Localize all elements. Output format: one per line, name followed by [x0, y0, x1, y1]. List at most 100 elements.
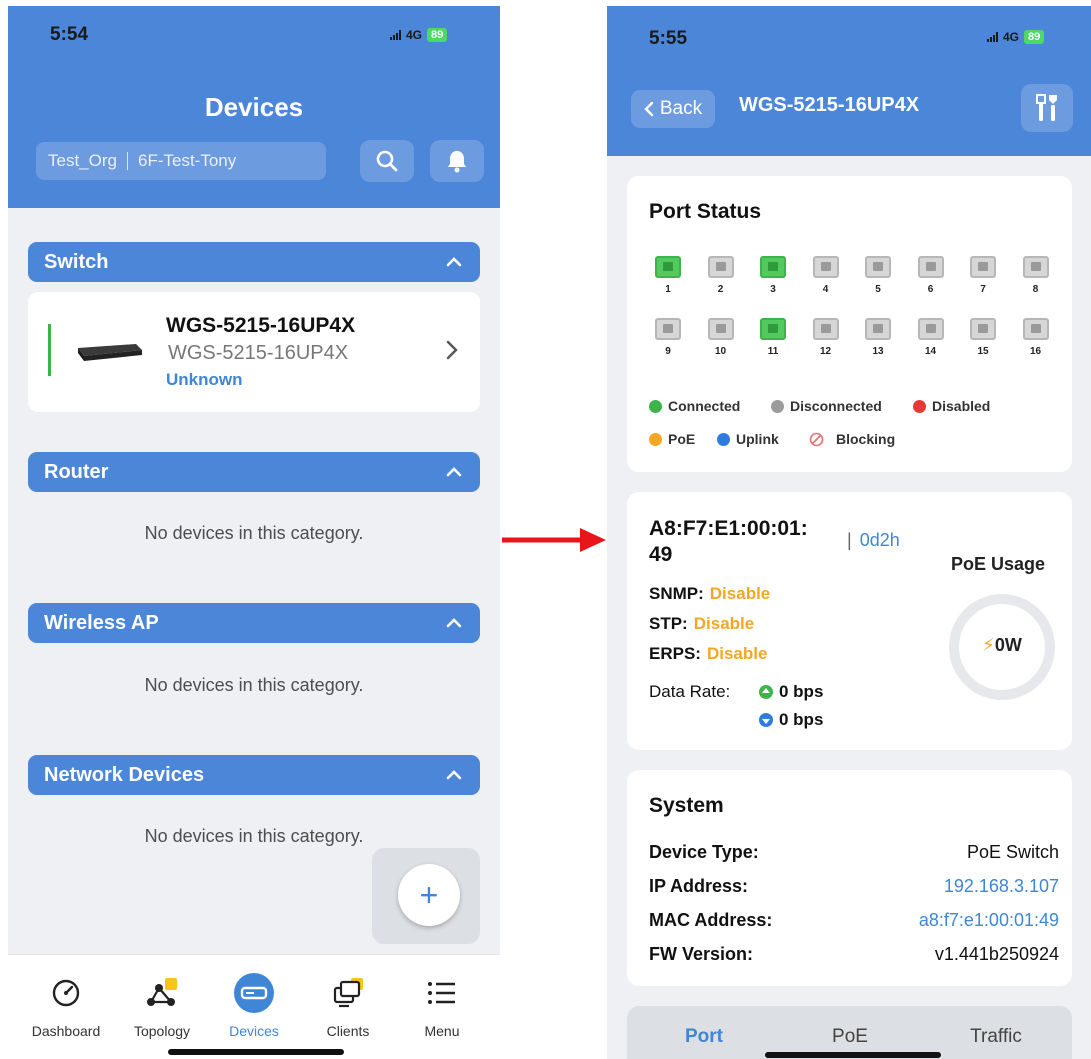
tab-label: Dashboard — [31, 1023, 101, 1039]
bolt-icon: ⚡ — [982, 635, 995, 655]
fab-container: + — [372, 848, 480, 944]
tools-icon — [1036, 94, 1057, 121]
category-label: Switch — [44, 250, 109, 273]
back-button[interactable]: Back — [631, 90, 715, 128]
category-label: Network Devices — [44, 763, 205, 786]
chevron-up-icon — [446, 467, 462, 477]
device-list-item[interactable]: WGS-5215-16UP4X WGS-5215-16UP4X Unknown — [28, 292, 480, 412]
port-number: 6 — [927, 284, 934, 295]
tab-poe[interactable]: PoE — [785, 1026, 915, 1048]
ethernet-port-icon — [760, 256, 786, 278]
battery-icon: 89 — [1024, 30, 1045, 44]
legend-disabled: Disabled — [913, 398, 990, 414]
ethernet-port-icon — [655, 256, 681, 278]
port-13[interactable]: 13 — [863, 318, 893, 357]
tab-topology[interactable]: Topology — [114, 971, 210, 1039]
tab-port[interactable]: Port — [639, 1026, 769, 1048]
port-11[interactable]: 11 — [758, 318, 788, 357]
search-button[interactable] — [360, 140, 414, 182]
uplink-dot — [717, 432, 730, 446]
rate-down-value: 0 bps — [779, 710, 824, 729]
ethernet-port-icon — [812, 318, 839, 340]
ethernet-port-icon — [707, 256, 734, 278]
tab-dashboard[interactable]: Dashboard — [18, 971, 114, 1039]
port-8[interactable]: 8 — [1021, 256, 1051, 295]
erps-row: ERPS: Disable — [649, 644, 767, 664]
ethernet-port-icon — [760, 318, 786, 340]
page-title: Devices — [204, 92, 304, 122]
ethernet-port-icon — [970, 318, 996, 340]
chevron-right-icon — [446, 340, 458, 360]
tab-devices[interactable]: Devices — [206, 971, 302, 1039]
mac-address-link[interactable]: a8:f7:e1:00:01:49 — [919, 910, 1059, 931]
tab-menu[interactable]: Menu — [394, 971, 490, 1039]
port-9[interactable]: 9 — [653, 318, 683, 357]
blocking-icon — [809, 432, 824, 446]
legend-connected: Connected — [649, 398, 740, 414]
rate-up-row: 0 bps — [759, 682, 823, 702]
notifications-button[interactable] — [430, 140, 484, 182]
port-number: 13 — [872, 346, 884, 357]
devices-screen: 5:54 4G 89 Devices Test_Org 6F-Test-Tony… — [8, 6, 500, 1056]
row-key: IP Address: — [649, 876, 749, 896]
connected-dot — [649, 399, 662, 413]
tools-button[interactable] — [1021, 84, 1073, 132]
category-header-router[interactable]: Router — [28, 452, 480, 492]
port-15[interactable]: 15 — [968, 318, 998, 357]
org-name: Test_Org — [48, 151, 117, 170]
port-number: 7 — [980, 284, 986, 295]
ip-address-link[interactable]: 192.168.3.107 — [944, 876, 1059, 897]
port-7[interactable]: 7 — [968, 256, 998, 295]
back-label: Back — [659, 98, 703, 119]
tab-label: Menu — [424, 1023, 460, 1039]
snmp-label: SNMP: — [649, 584, 704, 603]
system-card: System Device Type: PoE Switch IP Address… — [627, 770, 1072, 986]
category-header-wireless-ap[interactable]: Wireless AP — [28, 603, 480, 643]
stp-row: STP: Disable — [649, 614, 754, 634]
port-6[interactable]: 6 — [916, 256, 946, 295]
port-2[interactable]: 2 — [706, 256, 736, 295]
port-number: 14 — [924, 346, 937, 357]
status-time: 5:55 — [649, 28, 688, 49]
device-info-card: A8:F7:E1:00:01: 49 | 0d2h SNMP: Disable ST… — [627, 492, 1072, 750]
device-detail-screen: 5:55 4G 89 Back WGS-5215-16UP4X Port Sta… — [607, 6, 1091, 1059]
port-3[interactable]: 3 — [758, 256, 788, 295]
device-model: WGS-5215-16UP4X — [168, 342, 349, 364]
category-header-switch[interactable]: Switch — [28, 242, 480, 282]
chevron-left-icon — [644, 101, 654, 117]
poe-usage-value: 0W — [994, 635, 1022, 655]
port-4[interactable]: 4 — [811, 256, 841, 295]
home-indicator — [765, 1052, 941, 1058]
port-10[interactable]: 10 — [706, 318, 736, 357]
tab-label: Topology — [133, 1023, 191, 1039]
uptime: | 0d2h — [847, 530, 900, 550]
poe-dot — [649, 432, 662, 446]
rate-down-row: 0 bps — [759, 710, 823, 730]
port-5[interactable]: 5 — [863, 256, 893, 295]
divider — [126, 152, 128, 170]
port-1[interactable]: 1 — [653, 256, 683, 295]
tab-traffic[interactable]: Traffic — [931, 1026, 1061, 1048]
port-16[interactable]: 16 — [1021, 318, 1051, 357]
snmp-value: Disable — [709, 584, 771, 603]
port-12[interactable]: 12 — [811, 318, 841, 357]
org-site-selector[interactable]: Test_Org 6F-Test-Tony — [36, 142, 326, 180]
tab-clients[interactable]: Clients — [300, 971, 396, 1039]
add-device-button[interactable]: + — [398, 864, 460, 926]
ethernet-port-icon — [970, 256, 996, 278]
disabled-dot — [913, 399, 926, 413]
port-number: 2 — [717, 284, 724, 295]
stp-label: STP: — [649, 614, 688, 633]
ethernet-port-icon — [917, 256, 944, 278]
erps-label: ERPS: — [649, 644, 701, 663]
legend-label: PoE — [668, 431, 696, 447]
legend-label: Uplink — [736, 431, 779, 447]
category-header-network-devices[interactable]: Network Devices — [28, 755, 480, 795]
tab-label: Devices — [229, 1023, 279, 1039]
device-status: Unknown — [166, 370, 243, 389]
port-14[interactable]: 14 — [916, 318, 946, 357]
ethernet-port-icon — [1022, 318, 1049, 340]
rate-up-value: 0 bps — [779, 682, 824, 701]
empty-state-network-devices: No devices in this category. — [144, 826, 364, 846]
download-icon — [759, 713, 773, 727]
